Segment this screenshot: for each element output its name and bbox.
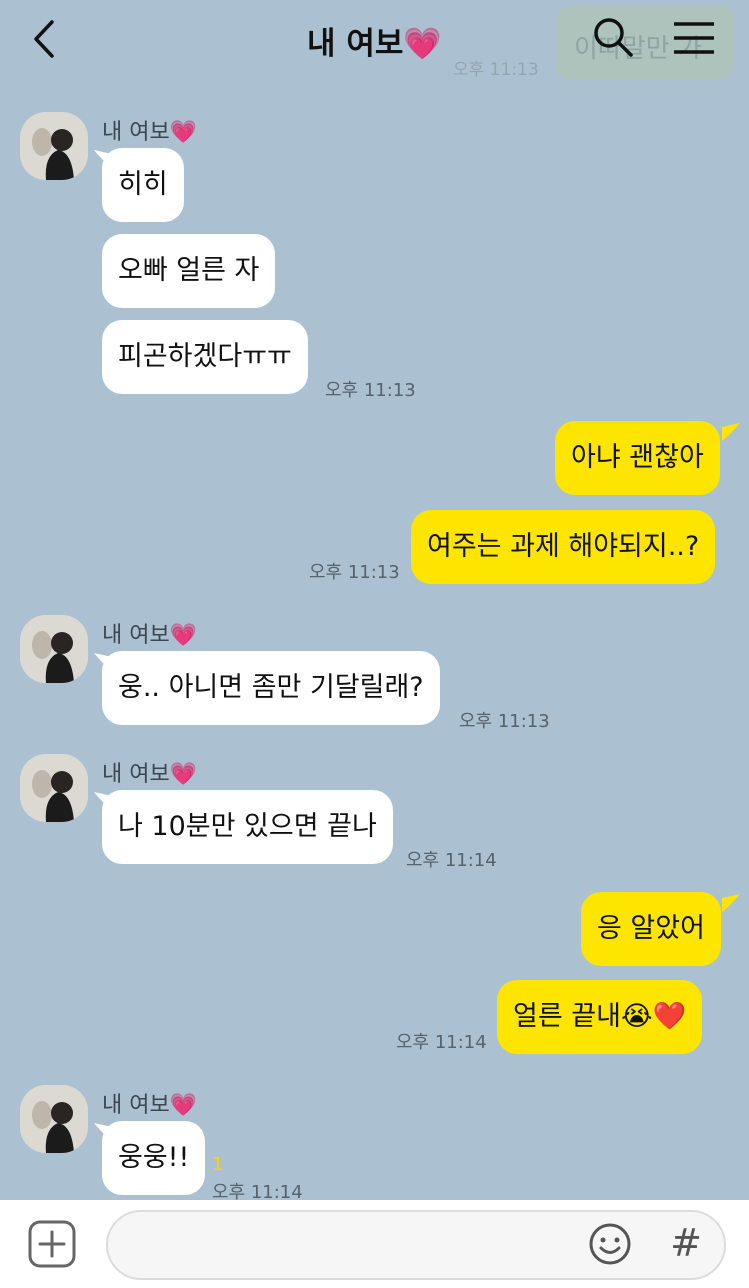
avatar[interactable] — [20, 1085, 88, 1153]
message-bubble-outgoing[interactable]: 응 알았어 — [581, 892, 721, 966]
plus-icon[interactable] — [28, 1220, 76, 1268]
avatar[interactable] — [20, 615, 88, 683]
menu-icon[interactable] — [672, 20, 716, 56]
message-bubble-incoming[interactable]: 오빠 얼른 자 — [102, 234, 276, 308]
bubble-tail — [722, 423, 740, 441]
message-time: 오후 11:13 — [325, 380, 416, 401]
message-bubble-incoming[interactable]: 웅.. 아니면 좀만 기달릴래? — [102, 651, 440, 725]
sender-name: 내 여보💗 — [102, 1093, 198, 1118]
message-time: 오후 11:14 — [406, 850, 497, 871]
message-bubble-incoming[interactable]: 웅웅!! — [102, 1121, 206, 1195]
sender-name: 내 여보💗 — [102, 120, 198, 145]
message-composer: # — [0, 1200, 749, 1288]
unread-count: 1 — [212, 1154, 224, 1175]
avatar[interactable] — [20, 112, 88, 180]
search-icon[interactable] — [592, 16, 634, 58]
message-bubble-outgoing[interactable]: 아냐 괜찮아 — [555, 421, 720, 495]
avatar[interactable] — [20, 754, 88, 822]
hashtag-icon[interactable]: # — [666, 1218, 706, 1268]
message-bubble-incoming[interactable]: 히히 — [102, 148, 184, 222]
message-bubble-incoming[interactable]: 나 10분만 있으면 끝나 — [102, 790, 393, 864]
sender-name: 내 여보💗 — [102, 762, 198, 787]
bubble-tail — [722, 894, 740, 912]
message-bubble-outgoing[interactable]: 얼른 끝내😭❤️ — [497, 980, 703, 1054]
message-time: 오후 11:13 — [309, 562, 400, 583]
emoji-icon[interactable] — [588, 1222, 632, 1266]
sender-name: 내 여보💗 — [102, 623, 198, 648]
message-time: 오후 11:14 — [396, 1032, 487, 1053]
message-bubble-outgoing[interactable]: 여주는 과제 해야되지..? — [411, 510, 716, 584]
chat-header: 이따말만 가 오후 11:13 내 여보💗 — [0, 0, 749, 86]
message-bubble-incoming[interactable]: 피곤하겠다ㅠㅠ — [102, 320, 308, 394]
message-input[interactable] — [106, 1210, 726, 1280]
chat-title: 내 여보💗 — [307, 26, 442, 62]
message-time: 오후 11:13 — [459, 711, 550, 732]
